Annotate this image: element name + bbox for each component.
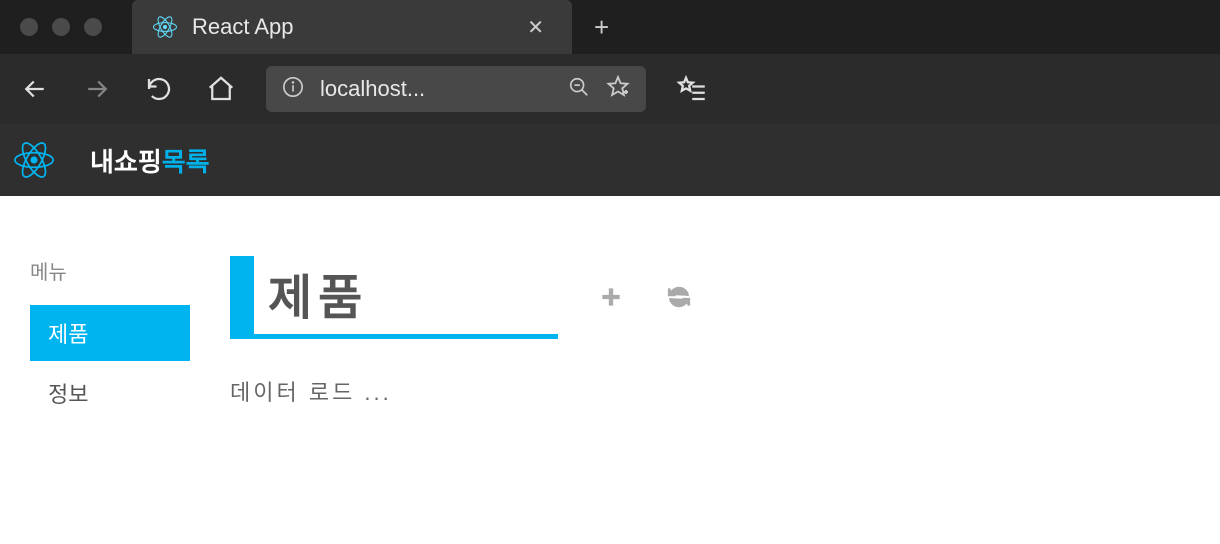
- home-button[interactable]: [204, 72, 238, 106]
- app-header: 내쇼핑목록: [0, 124, 1220, 196]
- page-title-box: 제품: [230, 256, 558, 339]
- zoom-out-icon[interactable]: [568, 76, 590, 103]
- sidebar: 메뉴 제품 정보: [0, 256, 190, 425]
- app-title: 내쇼핑목록: [90, 142, 210, 179]
- tab-close-button[interactable]: ✕: [519, 11, 552, 44]
- loading-text: 데이터 로드 ...: [230, 375, 1180, 407]
- main-content: 제품 데이터 로드 ...: [190, 256, 1220, 425]
- browser-tab[interactable]: React App ✕: [132, 0, 572, 54]
- browser-titlebar: React App ✕ +: [0, 0, 1220, 54]
- browser-toolbar: localhost...: [0, 54, 1220, 124]
- app-title-part2: 목록: [162, 147, 210, 177]
- page-title-row: 제품: [230, 256, 1180, 339]
- window-maximize-button[interactable]: [84, 18, 102, 36]
- address-bar[interactable]: localhost...: [266, 66, 646, 112]
- window-close-button[interactable]: [20, 18, 38, 36]
- window-minimize-button[interactable]: [52, 18, 70, 36]
- title-accent-bar: [230, 256, 254, 334]
- app-title-part1: 내쇼핑: [90, 147, 162, 177]
- forward-button[interactable]: [80, 72, 114, 106]
- page-title: 제품: [254, 256, 378, 334]
- back-button[interactable]: [18, 72, 52, 106]
- add-favorite-icon[interactable]: [606, 75, 630, 104]
- sidebar-label: 메뉴: [30, 256, 190, 285]
- app-body: 메뉴 제품 정보 제품 데이터 로드 ...: [0, 196, 1220, 425]
- info-icon: [282, 76, 304, 103]
- url-text: localhost...: [320, 76, 552, 102]
- sidebar-item-info[interactable]: 정보: [30, 365, 190, 421]
- sidebar-item-products[interactable]: 제품: [30, 305, 190, 361]
- react-favicon-icon: [152, 14, 178, 40]
- tab-title: React App: [192, 14, 519, 40]
- react-logo-icon: [14, 140, 54, 180]
- window-controls: [0, 18, 122, 36]
- reload-button[interactable]: [142, 72, 176, 106]
- refresh-button[interactable]: [666, 284, 694, 312]
- browser-chrome: React App ✕ + localhost...: [0, 0, 1220, 124]
- add-button[interactable]: [598, 284, 626, 312]
- new-tab-button[interactable]: +: [572, 12, 631, 43]
- favorites-list-button[interactable]: [674, 72, 708, 106]
